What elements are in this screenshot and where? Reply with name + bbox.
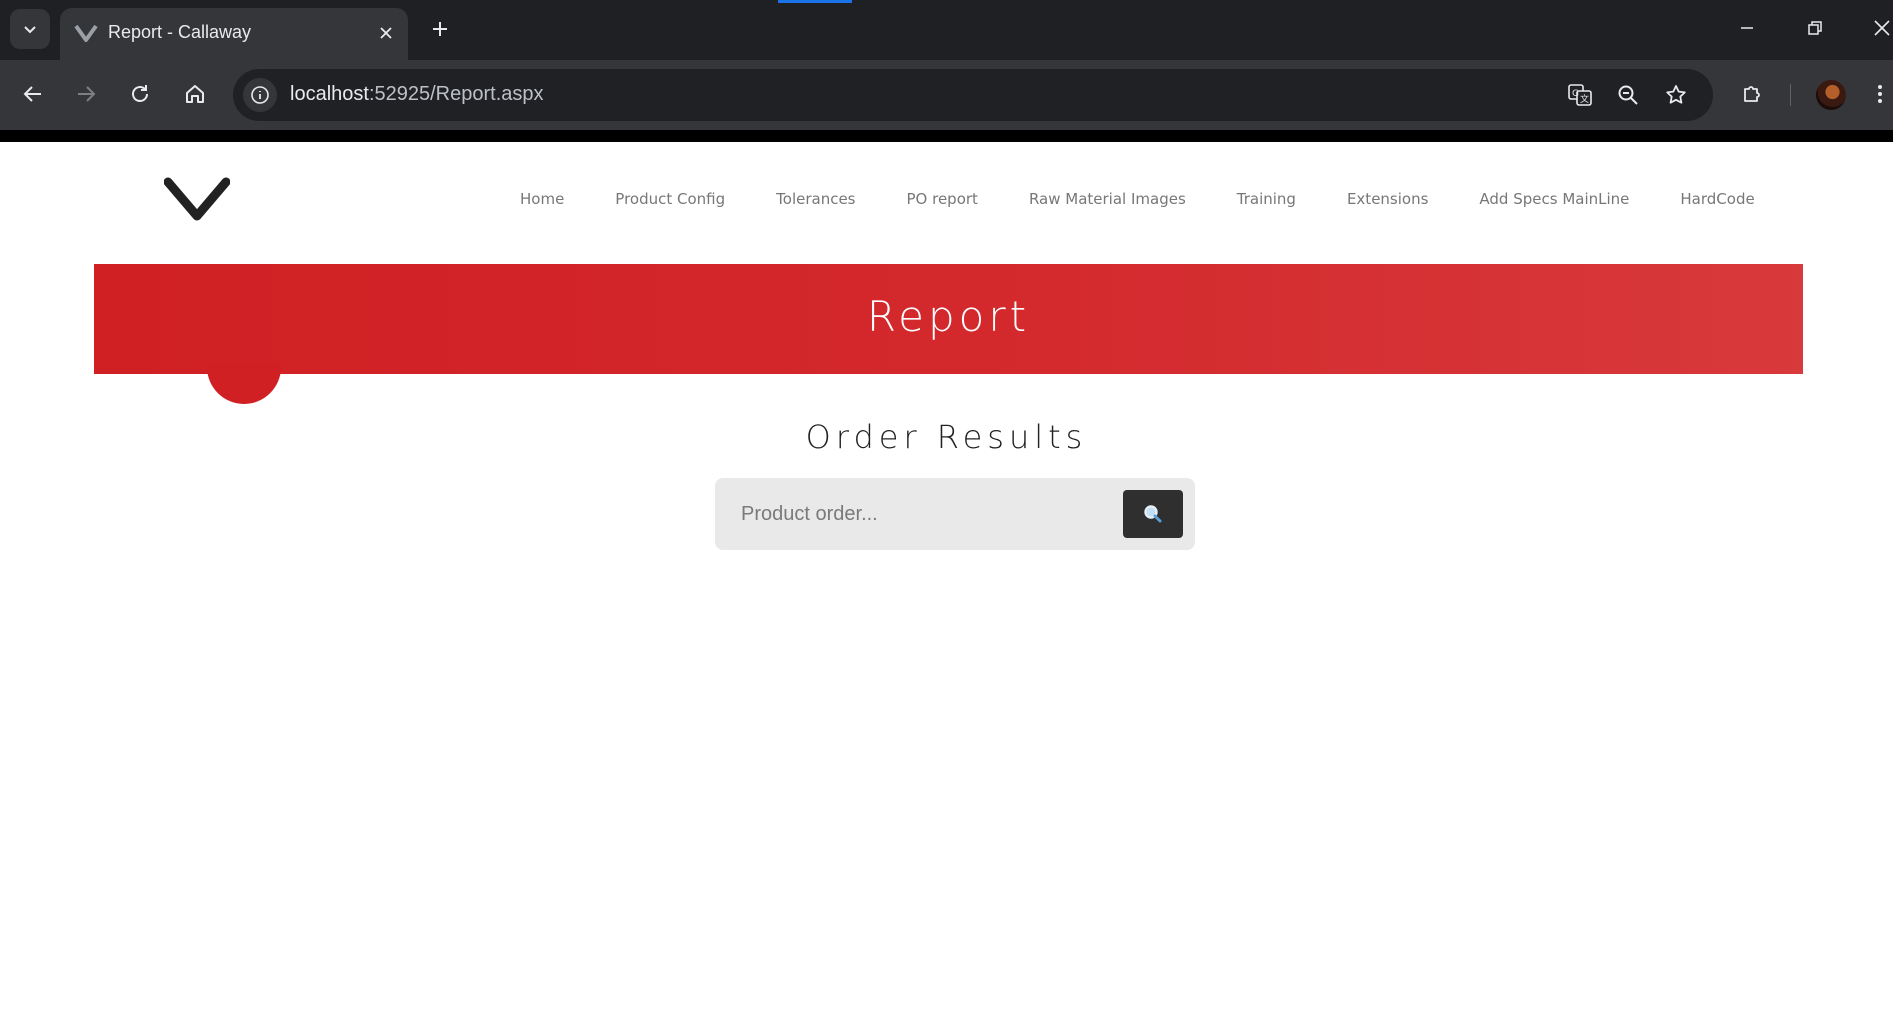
main-nav: Home Product Config Tolerances PO report…: [520, 190, 1755, 214]
close-window-button[interactable]: [1862, 8, 1893, 48]
forward-button[interactable]: [66, 74, 106, 114]
translate-icon: G文: [1568, 84, 1592, 106]
section-title: Order Results: [805, 418, 1088, 456]
minimize-icon: [1741, 27, 1753, 29]
product-order-search-input[interactable]: [739, 498, 1099, 530]
home-button[interactable]: [175, 74, 215, 114]
plus-icon: [433, 22, 447, 36]
url-text[interactable]: localhost:52925/Report.aspx: [290, 83, 544, 106]
browser-toolbar: localhost:52925/Report.aspx G文: [0, 60, 1893, 130]
reload-button[interactable]: [120, 74, 160, 114]
search-icon: [1144, 505, 1162, 523]
more-vert-icon: [1877, 85, 1882, 103]
nav-home[interactable]: Home: [520, 190, 564, 214]
url-path: :52925/Report.aspx: [368, 83, 544, 105]
svg-text:文: 文: [1580, 93, 1589, 105]
nav-product-config[interactable]: Product Config: [615, 190, 725, 214]
close-icon: [1874, 20, 1890, 36]
page-banner: Report: [94, 264, 1803, 374]
url-host: localhost: [290, 83, 369, 105]
close-icon: [380, 27, 392, 39]
page-title: Report: [866, 292, 1031, 341]
chevron-logo-icon[interactable]: [164, 176, 230, 222]
search-button[interactable]: [1123, 490, 1183, 538]
web-page: Home Product Config Tolerances PO report…: [0, 142, 1893, 1012]
chevron-favicon-icon: [74, 24, 98, 42]
zoom-button[interactable]: [1611, 78, 1645, 112]
tab-close-button[interactable]: [373, 20, 399, 46]
toolbar-divider: [1790, 84, 1791, 106]
back-button[interactable]: [13, 74, 53, 114]
tab-title: Report - Callaway: [108, 22, 252, 42]
arrow-right-icon: [78, 86, 96, 102]
puzzle-icon: [1744, 86, 1760, 102]
nav-po-report[interactable]: PO report: [907, 190, 978, 214]
minimize-button[interactable]: [1727, 8, 1767, 48]
extensions-button[interactable]: [1733, 74, 1773, 114]
svg-text:G: G: [1572, 89, 1579, 99]
star-icon: [1666, 85, 1686, 104]
chevron-down-icon: [24, 26, 36, 34]
bookmark-button[interactable]: [1659, 78, 1693, 112]
arrow-left-icon: [23, 86, 41, 102]
reload-icon: [132, 85, 148, 102]
address-bar[interactable]: localhost:52925/Report.aspx G文: [233, 69, 1713, 121]
profile-avatar[interactable]: [1816, 80, 1846, 110]
nav-tolerances[interactable]: Tolerances: [776, 190, 855, 214]
nav-add-specs-mainline[interactable]: Add Specs MainLine: [1479, 190, 1629, 214]
translate-button[interactable]: G文: [1563, 78, 1597, 112]
tab-accent-indicator: [778, 0, 852, 3]
nav-training[interactable]: Training: [1237, 190, 1296, 214]
home-icon: [186, 85, 204, 103]
tab-search-button[interactable]: [10, 9, 50, 49]
browser-menu-button[interactable]: [1866, 74, 1893, 114]
browser-tab[interactable]: Report - Callaway: [60, 8, 408, 60]
nav-hardcode[interactable]: HardCode: [1680, 190, 1754, 214]
search-container: [715, 478, 1195, 550]
site-info-button[interactable]: [243, 78, 277, 112]
zoom-out-icon: [1618, 85, 1638, 105]
banner-decoration: [207, 362, 281, 404]
nav-raw-material-images[interactable]: Raw Material Images: [1029, 190, 1186, 214]
restore-icon: [1808, 21, 1822, 35]
page-top-border: [0, 130, 1893, 142]
restore-button[interactable]: [1795, 8, 1835, 48]
nav-extensions[interactable]: Extensions: [1347, 190, 1428, 214]
browser-tabstrip: Report - Callaway: [0, 0, 1893, 60]
info-icon: [251, 86, 269, 104]
new-tab-button[interactable]: [423, 12, 457, 46]
